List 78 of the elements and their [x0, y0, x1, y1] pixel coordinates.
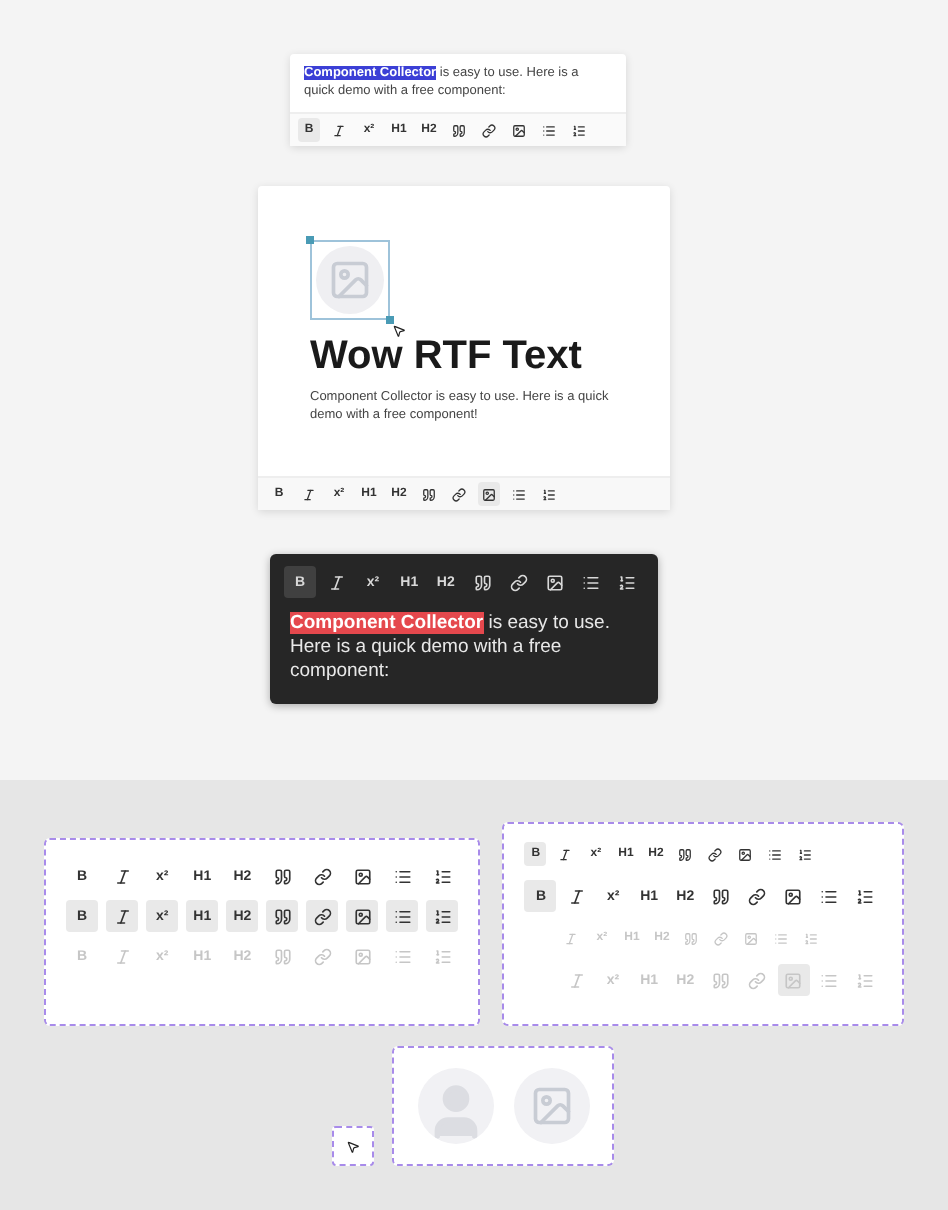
bullet-list-icon: [542, 123, 556, 137]
resize-handle[interactable]: [386, 316, 394, 324]
title: Wow RTF Text: [310, 332, 584, 380]
quote-icon: [273, 947, 292, 965]
italic-icon: [567, 971, 586, 989]
numbered-list-icon: [856, 971, 875, 989]
image-icon: [482, 487, 496, 501]
cursor-icon: [346, 1139, 360, 1153]
numbered-list-button[interactable]: [426, 900, 459, 932]
quote-icon: [684, 931, 699, 945]
bullet-list-icon: [512, 487, 526, 501]
bullet-list-button[interactable]: [386, 900, 419, 932]
bullet-list-icon: [393, 947, 412, 965]
image-icon: [784, 887, 803, 905]
link-icon: [509, 573, 528, 591]
image-icon: [512, 123, 526, 137]
quote-icon: [452, 123, 466, 137]
quote-icon: [712, 971, 731, 989]
image-icon: [744, 931, 759, 945]
numbered-list-icon: [572, 123, 586, 137]
link-button[interactable]: [704, 842, 727, 866]
italic-button[interactable]: [106, 900, 139, 932]
quote-button[interactable]: [266, 900, 299, 932]
link-button[interactable]: [306, 900, 339, 932]
italic-icon: [113, 907, 132, 925]
image-button[interactable]: [346, 900, 379, 932]
link-icon: [708, 847, 723, 861]
italic-icon: [332, 123, 346, 137]
link-icon: [313, 907, 332, 925]
image-icon: [529, 1084, 573, 1128]
italic-icon: [558, 847, 573, 861]
cursor-icon: [392, 324, 406, 338]
image-icon: [353, 947, 372, 965]
image-icon: [784, 971, 803, 989]
numbered-list-icon: [433, 947, 452, 965]
image-icon: [353, 867, 372, 885]
italic-icon: [302, 487, 316, 501]
numbered-list-icon: [542, 487, 556, 501]
italic-icon: [327, 573, 346, 591]
numbered-list-icon: [856, 887, 875, 905]
image-button[interactable]: [478, 482, 500, 506]
bullet-list-icon: [820, 971, 839, 989]
link-icon: [748, 887, 767, 905]
link-icon: [482, 123, 496, 137]
bullet-list-icon: [774, 931, 789, 945]
image-icon: [738, 847, 753, 861]
bullet-list-icon: [393, 867, 412, 885]
quote-icon: [473, 573, 492, 591]
link-icon: [313, 947, 332, 965]
image-icon: [328, 258, 372, 302]
link-icon: [313, 867, 332, 885]
numbered-list-icon: [433, 867, 452, 885]
bullet-list-icon: [393, 907, 412, 925]
italic-icon: [113, 947, 132, 965]
link-icon: [748, 971, 767, 989]
numbered-list-icon: [804, 931, 819, 945]
link-button[interactable]: [478, 118, 500, 142]
quote-icon: [422, 487, 436, 501]
bullet-list-icon: [582, 573, 601, 591]
link-icon: [452, 487, 466, 501]
numbered-list-icon: [433, 907, 452, 925]
link-icon: [714, 931, 729, 945]
italic-icon: [564, 931, 579, 945]
italic-icon: [113, 867, 132, 885]
quote-icon: [712, 887, 731, 905]
image-icon: [353, 907, 372, 925]
paragraph: Component Collector is easy to use. Here is a quick demo with a free component:: [288, 612, 612, 684]
bullet-list-icon: [820, 887, 839, 905]
quote-icon: [678, 847, 693, 861]
quote-icon: [273, 867, 292, 885]
bullet-list-icon: [768, 847, 783, 861]
numbered-list-icon: [618, 573, 637, 591]
resize-handle[interactable]: [306, 236, 314, 244]
quote-icon: [273, 907, 292, 925]
image-icon: [546, 573, 565, 591]
link-button[interactable]: [448, 482, 470, 506]
numbered-list-icon: [798, 847, 813, 861]
italic-icon: [568, 887, 587, 905]
